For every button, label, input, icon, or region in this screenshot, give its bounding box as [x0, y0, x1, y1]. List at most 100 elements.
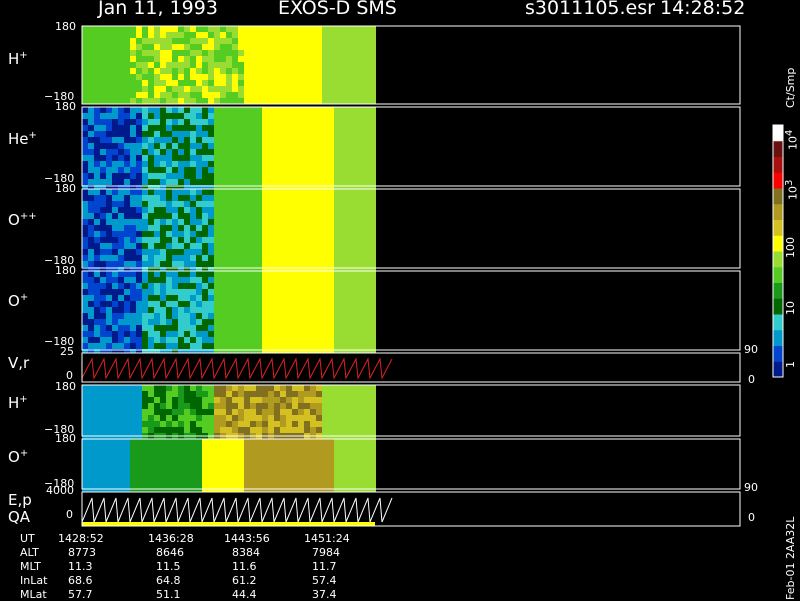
heatmap-cell: [148, 207, 154, 213]
heatmap-cell: [154, 289, 160, 295]
heatmap-cell: [202, 237, 208, 243]
heatmap-cell: [262, 113, 268, 119]
heatmap-cell: [268, 255, 274, 261]
heatmap-cell: [292, 119, 298, 125]
heatmap-cell: [214, 167, 220, 173]
heatmap-cell: [262, 231, 268, 237]
heatmap-cell: [94, 26, 100, 32]
heatmap-cell: [88, 277, 94, 283]
heatmap-cell: [232, 261, 238, 267]
heatmap-cell: [220, 155, 226, 161]
heatmap-cell: [220, 68, 226, 74]
heatmap-cell: [256, 307, 262, 313]
heatmap-cell: [328, 421, 334, 427]
panel-label-ep: E,p: [8, 491, 32, 509]
heatmap-cell: [166, 161, 172, 167]
heatmap-cell: [106, 421, 112, 427]
heatmap-cell: [118, 56, 124, 62]
heatmap-cell: [178, 195, 184, 201]
heatmap-cell: [196, 50, 202, 56]
heatmap-cell: [142, 32, 148, 38]
heatmap-cell: [244, 439, 250, 445]
heatmap-cell: [280, 331, 286, 337]
heatmap-cell: [322, 343, 328, 349]
heatmap-cell: [238, 313, 244, 319]
heatmap-cell: [148, 271, 154, 277]
heatmap-cell: [274, 149, 280, 155]
heatmap-cell: [286, 189, 292, 195]
heatmap-cell: [184, 481, 190, 487]
colorbar-swatch: [773, 282, 783, 299]
heatmap-cell: [274, 403, 280, 409]
heatmap-cell: [346, 231, 352, 237]
heatmap-cell: [328, 261, 334, 267]
heatmap-cell: [196, 56, 202, 62]
heatmap-cell: [310, 439, 316, 445]
heatmap-cell: [280, 161, 286, 167]
heatmap-cell: [304, 143, 310, 149]
heatmap-cell: [262, 26, 268, 32]
heatmap-cell: [214, 80, 220, 86]
heatmap-cell: [106, 427, 112, 433]
heatmap-cell: [190, 277, 196, 283]
heatmap-cell: [130, 469, 136, 475]
heatmap-cell: [190, 62, 196, 68]
heatmap-cell: [322, 68, 328, 74]
heatmap-cell: [184, 289, 190, 295]
panel-1: [82, 107, 376, 191]
heatmap-cell: [268, 68, 274, 74]
heatmap-cell: [328, 385, 334, 391]
heatmap-cell: [370, 32, 376, 38]
heatmap-cell: [232, 68, 238, 74]
heatmap-cell: [184, 295, 190, 301]
heatmap-cell: [322, 195, 328, 201]
heatmap-cell: [232, 445, 238, 451]
heatmap-cell: [88, 137, 94, 143]
heatmap-cell: [280, 307, 286, 313]
panel-label-o-plus: O+: [8, 292, 29, 310]
heatmap-cell: [124, 231, 130, 237]
heatmap-cell: [358, 301, 364, 307]
heatmap-cell: [184, 391, 190, 397]
heatmap-cell: [370, 445, 376, 451]
heatmap-cell: [184, 62, 190, 68]
heatmap-cell: [340, 343, 346, 349]
heatmap-cell: [346, 325, 352, 331]
heatmap-cell: [196, 125, 202, 131]
heatmap-cell: [358, 289, 364, 295]
heatmap-cell: [154, 475, 160, 481]
heatmap-cell: [100, 313, 106, 319]
heatmap-cell: [154, 427, 160, 433]
heatmap-cell: [202, 68, 208, 74]
heatmap-cell: [346, 113, 352, 119]
heatmap-cell: [172, 68, 178, 74]
heatmap-cell: [346, 68, 352, 74]
heatmap-cell: [292, 391, 298, 397]
heatmap-cell: [226, 445, 232, 451]
heatmap-cell: [148, 155, 154, 161]
heatmap-cell: [178, 409, 184, 415]
heatmap-cell: [316, 173, 322, 179]
heatmap-cell: [250, 249, 256, 255]
heatmap-cell: [244, 271, 250, 277]
heatmap-cell: [148, 391, 154, 397]
heatmap-cell: [304, 155, 310, 161]
heatmap-cell: [298, 255, 304, 261]
heatmap-cell: [310, 397, 316, 403]
heatmap-cell: [268, 149, 274, 155]
heatmap-cell: [148, 231, 154, 237]
heatmap-cell: [118, 50, 124, 56]
heatmap-cell: [94, 307, 100, 313]
heatmap-cell: [232, 125, 238, 131]
heatmap-cell: [328, 167, 334, 173]
heatmap-cell: [292, 421, 298, 427]
heatmap-cell: [346, 161, 352, 167]
heatmap-cell: [334, 167, 340, 173]
heatmap-cell: [286, 237, 292, 243]
heatmap-cell: [208, 277, 214, 283]
heatmap-cell: [370, 343, 376, 349]
heatmap-cell: [328, 391, 334, 397]
heatmap-cell: [184, 98, 190, 104]
heatmap-cell: [358, 56, 364, 62]
heatmap-cell: [244, 337, 250, 343]
